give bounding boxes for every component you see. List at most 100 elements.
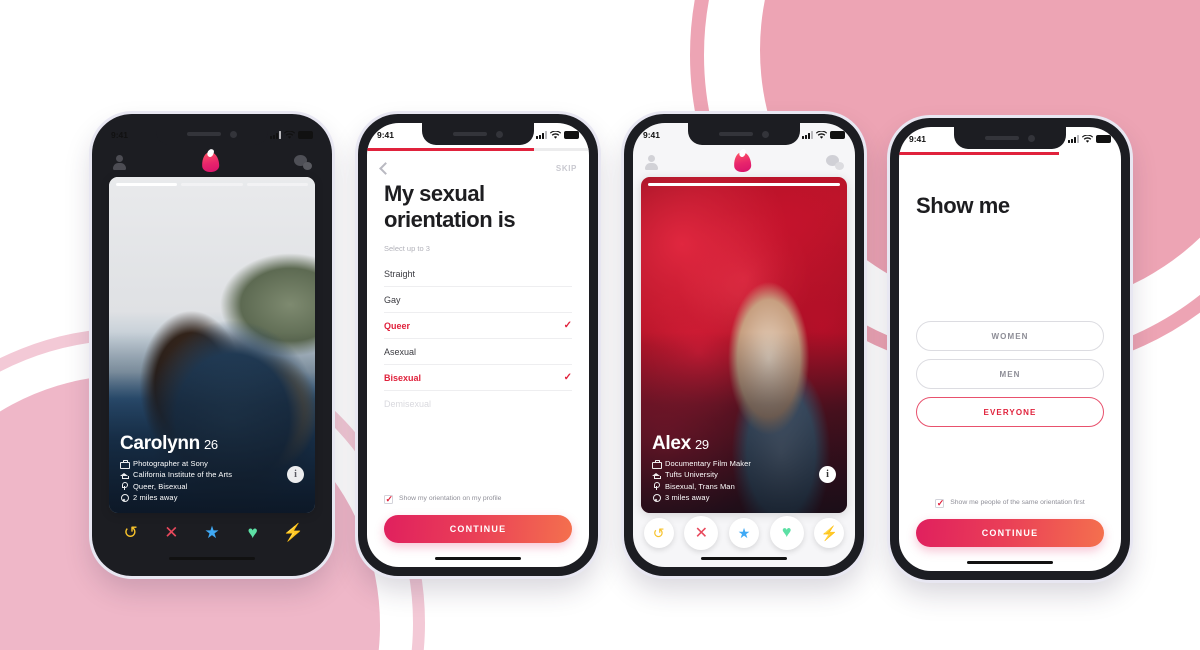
gender-icon xyxy=(120,482,128,490)
continue-button[interactable]: CONTINUE xyxy=(916,519,1104,547)
show-me-option-everyone[interactable]: EVERYONE xyxy=(916,397,1104,427)
person-icon[interactable] xyxy=(644,154,659,170)
status-time: 9:41 xyxy=(377,130,395,140)
profile-card[interactable]: Carolynn 26 Photographer at Sony Californ… xyxy=(109,177,315,513)
checkbox-label: Show me people of the same orientation f… xyxy=(950,499,1085,506)
person-icon[interactable] xyxy=(112,154,127,170)
cellular-signal-icon xyxy=(270,131,281,139)
info-button[interactable]: i xyxy=(287,466,304,483)
orientation-option-demisexual[interactable]: Demisexual xyxy=(384,391,572,416)
phone-swipe-carolynn: 9:41 Carolynn 26 Photographer at Sony Ca… xyxy=(92,114,332,576)
front-camera-icon xyxy=(762,130,769,138)
rewind-button[interactable]: ↺ xyxy=(643,518,674,548)
chat-icon[interactable] xyxy=(294,154,312,170)
status-indicators xyxy=(1068,134,1111,144)
like-button[interactable]: ♥ xyxy=(242,522,264,544)
chat-icon[interactable] xyxy=(826,154,844,170)
same-orientation-checkbox-row[interactable]: Show me people of the same orientation f… xyxy=(916,498,1104,509)
onboarding-footer: Show my orientation on my profile CONTIN… xyxy=(384,494,572,543)
profile-detail-lines: Photographer at Sony California Institut… xyxy=(120,459,304,502)
profile-name: Carolynn xyxy=(120,432,200,454)
front-camera-icon xyxy=(230,130,237,138)
gender-icon xyxy=(652,482,660,490)
home-indicator xyxy=(967,560,1053,564)
nope-button[interactable]: ✕ xyxy=(684,516,719,550)
home-indicator xyxy=(169,556,255,560)
superlike-button[interactable]: ★ xyxy=(728,518,759,548)
front-camera-icon xyxy=(496,130,503,138)
back-chevron-icon[interactable] xyxy=(379,161,392,175)
option-label: Bisexual xyxy=(384,372,422,383)
page-title: Show me xyxy=(916,193,1010,218)
profile-distance: 2 miles away xyxy=(133,493,178,502)
orientation-option-queer[interactable]: Queer ✓ xyxy=(384,313,572,340)
battery-icon xyxy=(1096,135,1111,143)
orientation-option-bisexual[interactable]: Bisexual ✓ xyxy=(384,365,572,392)
superlike-button[interactable]: ★ xyxy=(201,522,223,544)
battery-icon xyxy=(564,131,579,139)
earpiece-speaker xyxy=(187,132,221,136)
orientation-option-asexual[interactable]: Asexual xyxy=(384,339,572,365)
notch xyxy=(954,127,1066,149)
checkbox-label: Show my orientation on my profile xyxy=(399,495,502,502)
earpiece-speaker xyxy=(985,136,1019,140)
show-me-option-men[interactable]: MEN xyxy=(916,359,1104,389)
app-header xyxy=(101,147,323,177)
tinder-flame-icon[interactable] xyxy=(201,151,220,173)
continue-button[interactable]: CONTINUE xyxy=(384,515,572,543)
location-pin-icon xyxy=(652,493,661,502)
orientation-option-gay[interactable]: Gay xyxy=(384,287,572,313)
photo-segment[interactable] xyxy=(116,183,178,186)
photo-segment[interactable] xyxy=(246,183,308,186)
profile-card[interactable]: Alex 29 Documentary Film Maker Tufts Univ… xyxy=(641,177,847,513)
same-orientation-checkbox[interactable] xyxy=(935,498,944,509)
nope-button[interactable]: ✕ xyxy=(160,522,182,544)
wifi-icon xyxy=(550,130,561,139)
photo-segment[interactable] xyxy=(648,183,840,186)
cellular-signal-icon xyxy=(1068,135,1079,143)
home-indicator xyxy=(701,556,787,560)
app-header xyxy=(633,147,855,177)
notch xyxy=(422,123,534,145)
show-orientation-checkbox[interactable] xyxy=(384,494,393,505)
profile-school: California Institute of the Arts xyxy=(133,470,233,479)
orientation-option-straight[interactable]: Straight xyxy=(384,262,572,288)
profile-distance: 3 miles away xyxy=(665,493,710,502)
profile-detail-row: Bisexual, Trans Man xyxy=(652,482,836,491)
profile-job: Documentary Film Maker xyxy=(665,458,751,468)
battery-icon xyxy=(298,131,313,139)
boost-button[interactable]: ⚡ xyxy=(282,522,304,544)
wifi-icon xyxy=(284,130,295,139)
swipe-actions: ↺ ✕ ★ ♥ ⚡ xyxy=(633,513,855,553)
info-button[interactable]: i xyxy=(819,466,836,483)
profile-detail-row: 2 miles away xyxy=(120,493,304,502)
earpiece-speaker xyxy=(719,132,753,136)
rewind-button[interactable]: ↺ xyxy=(120,522,142,544)
status-time: 9:41 xyxy=(111,130,129,140)
profile-name-row: Carolynn 26 xyxy=(120,432,304,455)
phone-orientation: 9:41 SKIP My sexual orientation is Selec… xyxy=(358,114,598,576)
status-indicators xyxy=(270,130,313,140)
check-icon: ✓ xyxy=(563,372,572,384)
profile-name-row: Alex 29 xyxy=(652,433,836,455)
photo-progress-segments[interactable] xyxy=(648,183,840,186)
photo-progress-segments[interactable] xyxy=(116,183,308,186)
screen-swipe-alex: 9:41 Alex 29 Documentary Film Maker Tuft… xyxy=(633,123,855,567)
option-label: Straight xyxy=(384,269,416,280)
onboarding-footer: Show me people of the same orientation f… xyxy=(916,498,1104,547)
screen-swipe-carolynn: 9:41 Carolynn 26 Photographer at Sony Ca… xyxy=(101,123,323,567)
show-orientation-checkbox-row[interactable]: Show my orientation on my profile xyxy=(384,494,572,505)
profile-age: 26 xyxy=(203,436,218,452)
option-label: Gay xyxy=(384,294,401,305)
tinder-flame-icon[interactable] xyxy=(733,151,752,173)
skip-button[interactable]: SKIP xyxy=(556,164,577,173)
photo-segment[interactable] xyxy=(181,183,243,186)
onboarding-progress-bar xyxy=(367,148,589,151)
profile-age: 29 xyxy=(694,436,709,452)
like-button[interactable]: ♥ xyxy=(769,516,804,550)
show-me-option-women[interactable]: WOMEN xyxy=(916,321,1104,351)
screen-orientation: 9:41 SKIP My sexual orientation is Selec… xyxy=(367,123,589,567)
boost-button[interactable]: ⚡ xyxy=(814,518,845,548)
onboarding-top-bar: SKIP xyxy=(367,155,589,181)
profile-school: Tufts University xyxy=(665,470,718,479)
